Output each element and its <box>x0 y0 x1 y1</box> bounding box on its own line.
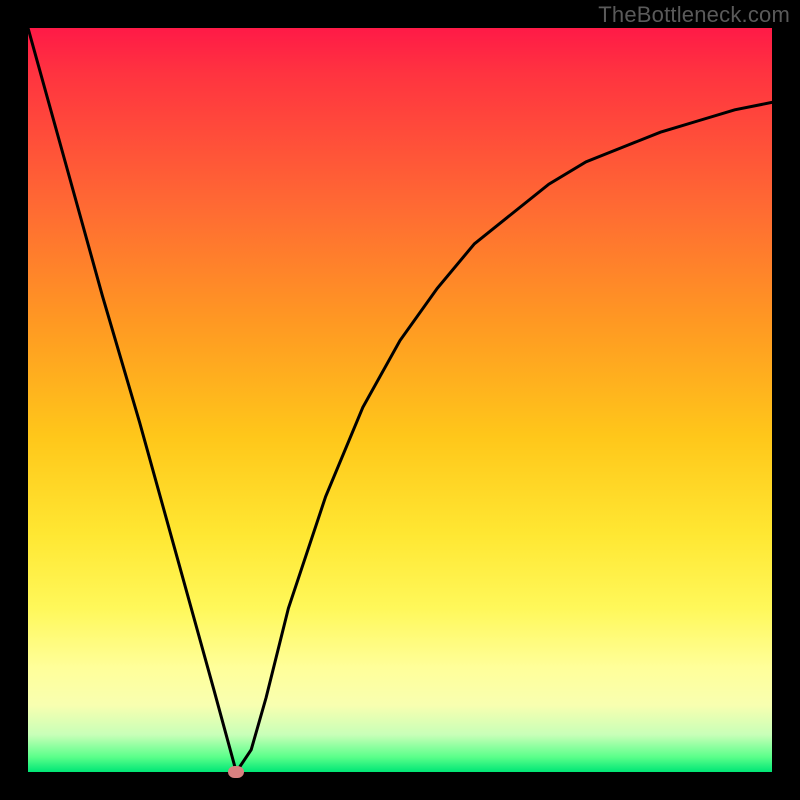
watermark-text: TheBottleneck.com <box>598 2 790 28</box>
chart-frame: TheBottleneck.com <box>0 0 800 800</box>
plot-area <box>28 28 772 772</box>
bottleneck-curve <box>28 28 772 772</box>
optimal-point-marker <box>228 766 244 778</box>
